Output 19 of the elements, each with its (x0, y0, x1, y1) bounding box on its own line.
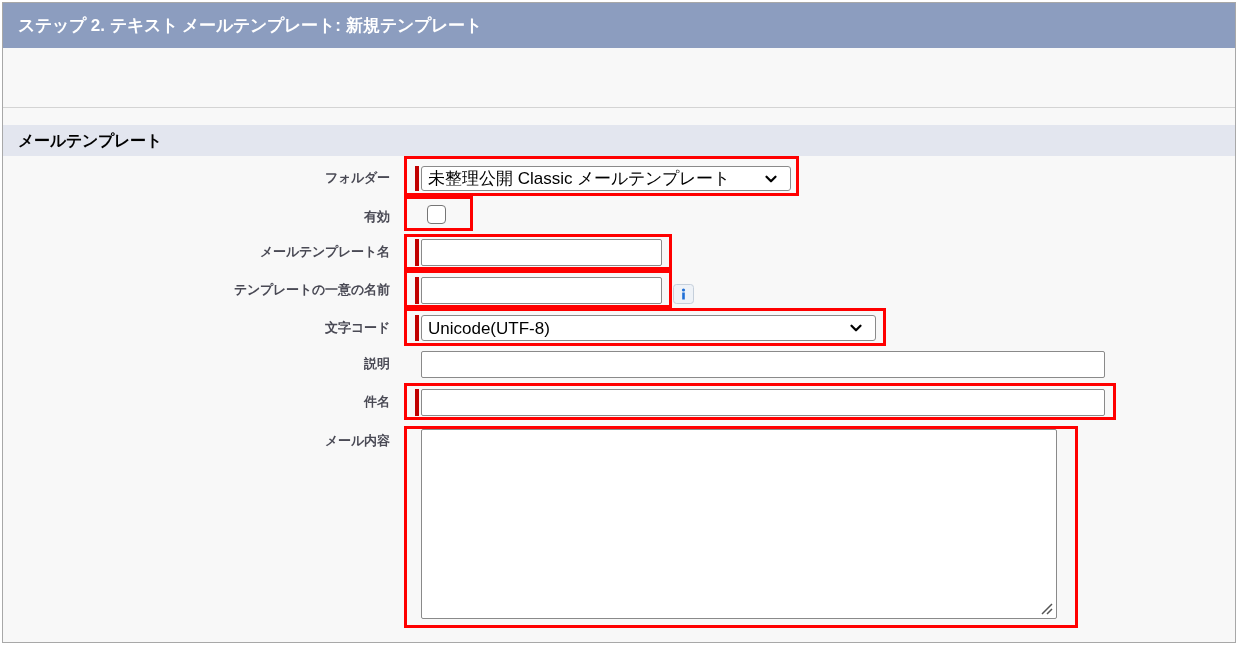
field-label: テンプレートの一意の名前 (234, 282, 390, 297)
field-label: 件名 (364, 394, 390, 409)
checkbox[interactable] (427, 205, 446, 224)
field-label: メールテンプレート名 (260, 244, 390, 259)
dropdown[interactable]: Unicode(UTF-8) (421, 315, 876, 341)
dropdown[interactable]: 未整理公開 Classic メールテンプレート (421, 166, 791, 191)
field-label: 説明 (364, 356, 390, 371)
section-title: メールテンプレート (18, 130, 162, 151)
text-field[interactable] (421, 277, 662, 304)
field-label: メール内容 (325, 433, 390, 448)
text-field[interactable] (421, 389, 1105, 416)
text-field[interactable] (421, 239, 662, 266)
field-label: 有効 (364, 209, 390, 224)
resize-grip-icon[interactable] (1041, 603, 1053, 615)
info-icon[interactable] (673, 284, 694, 304)
field-label: 文字コード (325, 320, 390, 335)
field-label: フォルダー (325, 170, 390, 185)
page-title: ステップ 2. テキスト メールテンプレート: 新規テンプレート (18, 14, 482, 37)
text-field[interactable] (421, 351, 1105, 378)
